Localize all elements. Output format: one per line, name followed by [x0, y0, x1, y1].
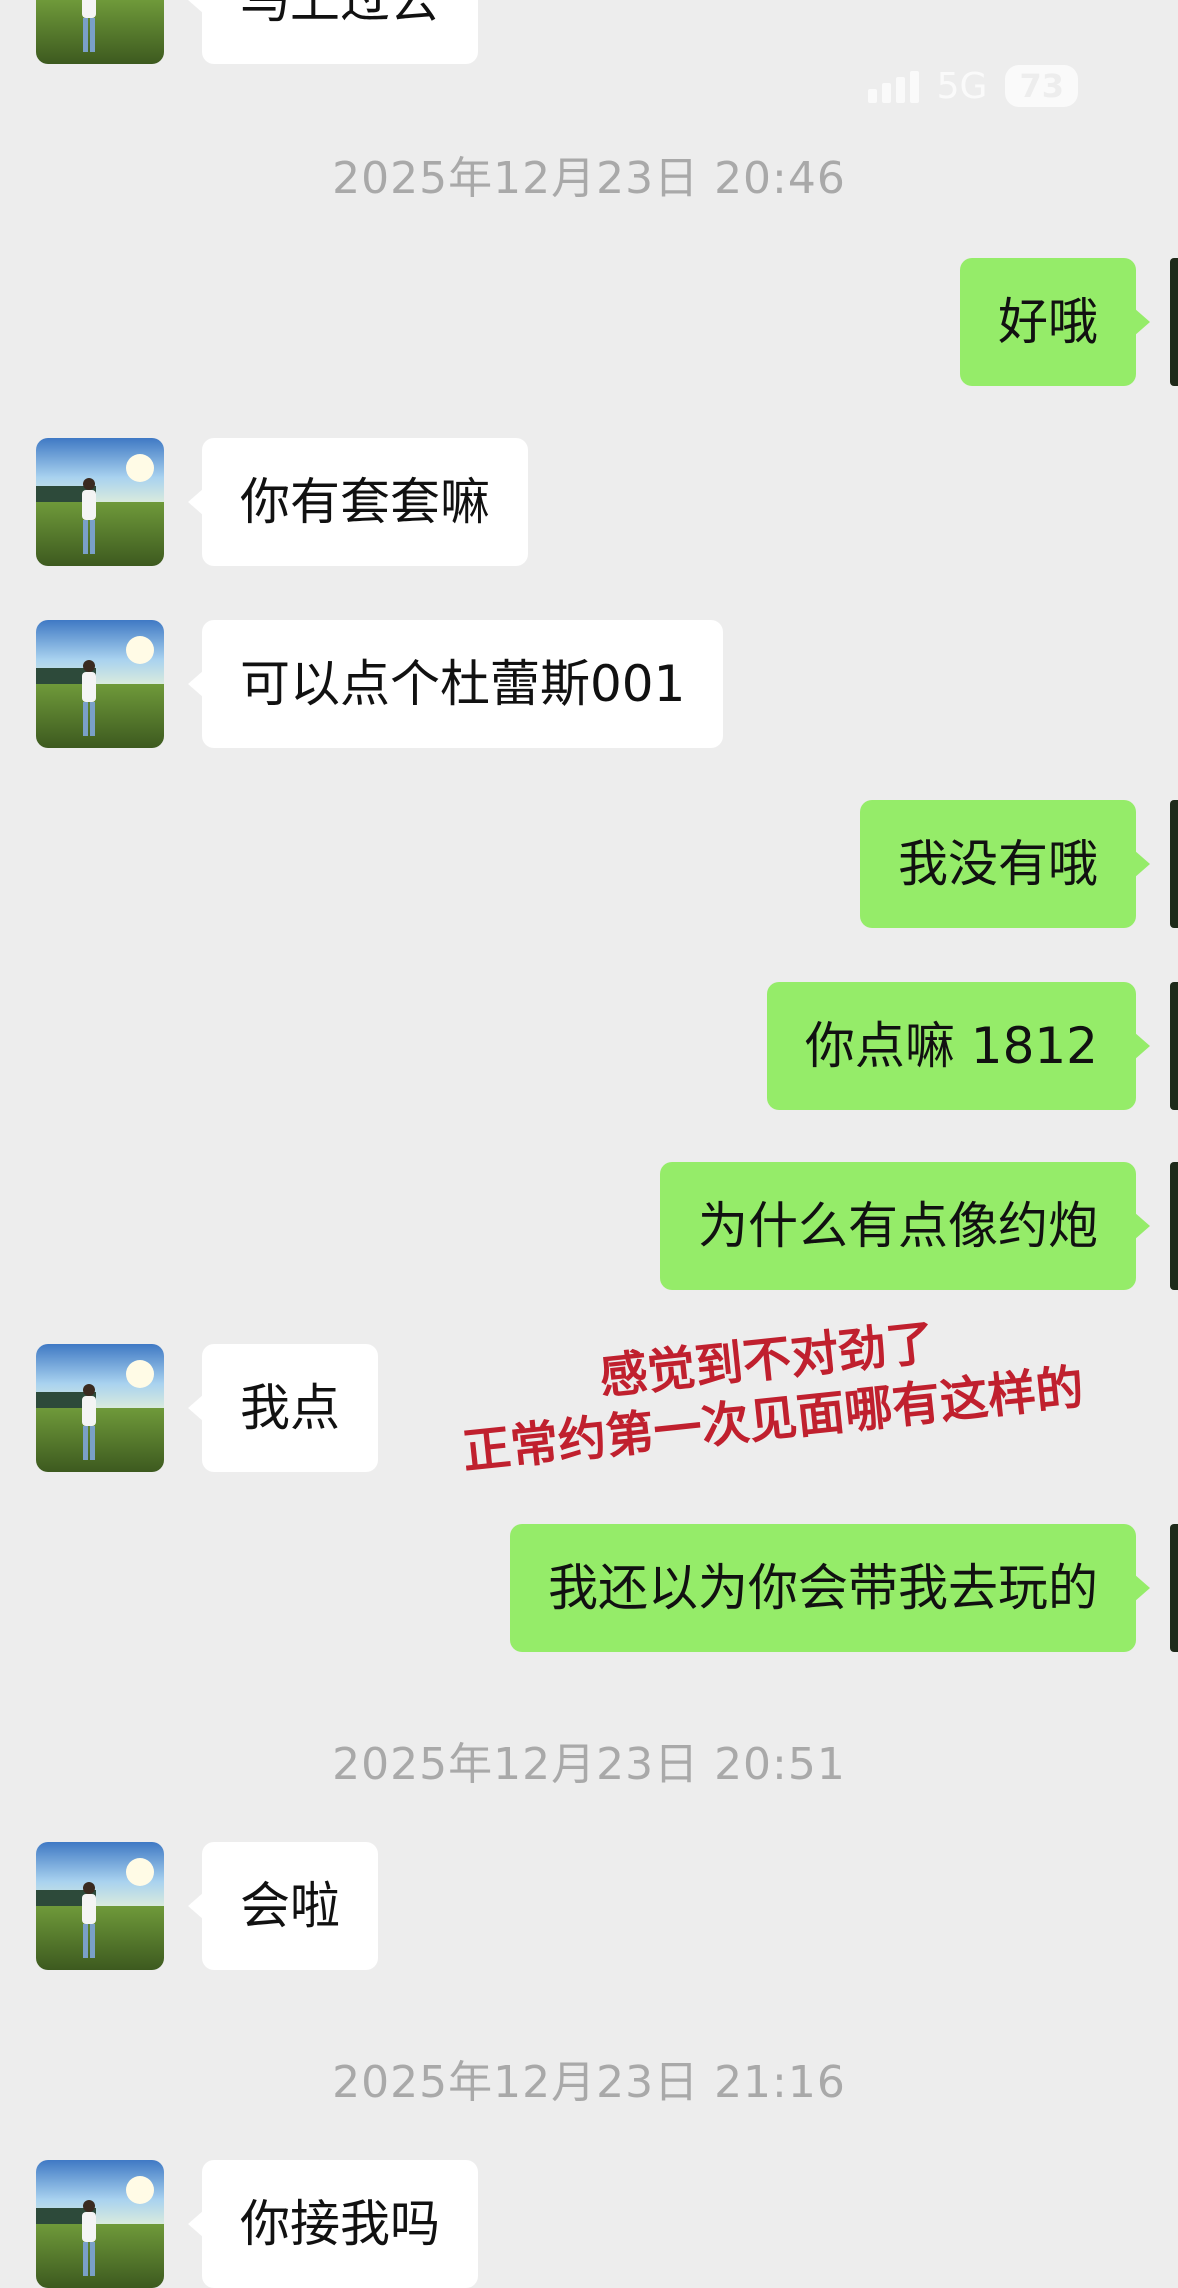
- battery-indicator: 73: [1005, 65, 1078, 107]
- avatar[interactable]: [36, 620, 164, 748]
- avatar[interactable]: [36, 438, 164, 566]
- self-avatar[interactable]: [1170, 1524, 1178, 1652]
- avatar[interactable]: [36, 2160, 164, 2288]
- avatar[interactable]: [36, 1842, 164, 1970]
- timestamp: 2025年12月23日 20:51: [332, 1739, 846, 1790]
- message-bubble-incoming[interactable]: 你接我吗: [188, 2160, 478, 2288]
- signal-icon: [867, 69, 919, 103]
- message-bubble-outgoing[interactable]: 为什么有点像约炮: [660, 1162, 1150, 1290]
- timestamp: 2025年12月23日 21:16: [332, 2057, 846, 2108]
- network-label: 5G: [936, 65, 988, 107]
- annotation-overlay: 感觉到不对劲了 正常约第一次见面哪有这样的: [416, 1294, 1125, 1487]
- message-bubble-outgoing[interactable]: 我没有哦: [860, 800, 1150, 928]
- timestamp: 2025年12月23日 20:46: [332, 153, 846, 204]
- self-avatar[interactable]: [1170, 982, 1178, 1110]
- message-bubble-incoming[interactable]: 可以点个杜蕾斯001: [187, 620, 724, 748]
- message-bubble-incoming[interactable]: 你有套套嘛: [188, 438, 528, 566]
- avatar[interactable]: [36, 1344, 164, 1472]
- self-avatar[interactable]: [1170, 258, 1178, 386]
- message-bubble-outgoing[interactable]: 好哦: [960, 258, 1150, 386]
- avatar[interactable]: [36, 0, 164, 64]
- message-bubble-outgoing[interactable]: 我还以为你会带我去玩的: [510, 1524, 1150, 1652]
- message-bubble-incoming[interactable]: 我点: [188, 1344, 378, 1472]
- status-bar: 5G 73: [867, 62, 1078, 110]
- message-bubble-incoming[interactable]: 马上过去: [188, 0, 478, 64]
- message-bubble-outgoing[interactable]: 你点嘛 1812: [766, 982, 1151, 1110]
- self-avatar[interactable]: [1170, 800, 1178, 928]
- message-bubble-incoming[interactable]: 会啦: [188, 1842, 378, 1970]
- self-avatar[interactable]: [1170, 1162, 1178, 1290]
